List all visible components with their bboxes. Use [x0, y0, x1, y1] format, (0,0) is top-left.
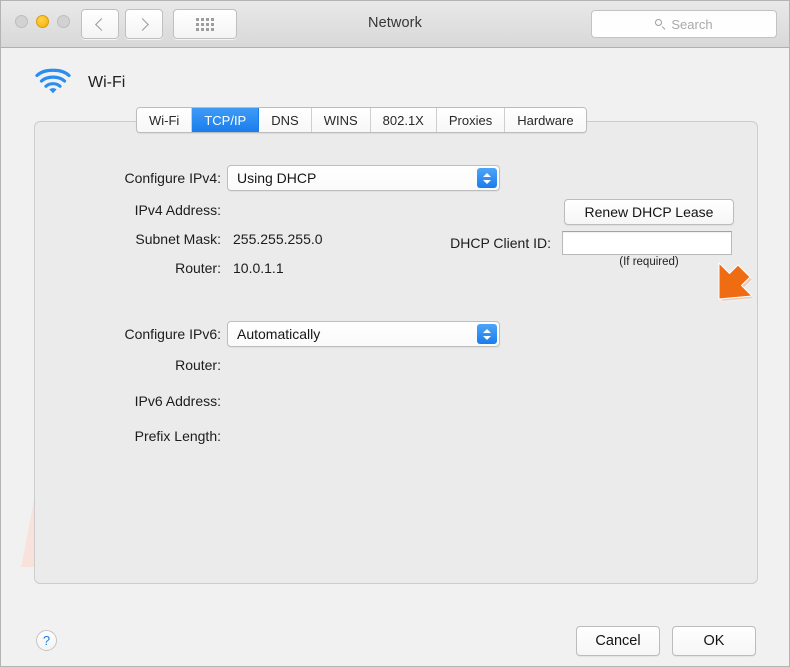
search-icon [655, 18, 666, 30]
row-subnet-mask: Subnet Mask: 255.255.255.0 [1, 231, 323, 247]
chevron-updown-icon [477, 168, 497, 188]
tab-wifi[interactable]: Wi-Fi [137, 108, 193, 132]
tab-hardware[interactable]: Hardware [505, 108, 586, 132]
row-router-ipv4: Router: 10.0.1.1 [1, 260, 284, 276]
configure-ipv4-value: Using DHCP [237, 170, 317, 186]
row-dhcp-client-id: DHCP Client ID: [431, 231, 732, 255]
router-ipv4-label: Router: [175, 260, 221, 276]
dhcp-client-id-hint-wrap: (If required) [564, 256, 734, 268]
router-ipv6-label: Router: [175, 357, 221, 373]
preferences-body: PC risk.com Wi-Fi Wi-Fi TCP/IP [1, 48, 789, 666]
prefix-length-label: Prefix Length: [134, 428, 221, 444]
renew-dhcp-lease-button[interactable]: Renew DHCP Lease [564, 199, 734, 225]
subnet-mask-value: 255.255.255.0 [233, 231, 323, 247]
dialog-buttons: Cancel OK [576, 626, 756, 656]
tab-dns[interactable]: DNS [259, 108, 312, 132]
configure-ipv4-label: Configure IPv4: [124, 170, 222, 186]
wifi-icon [34, 66, 72, 99]
tab-wins[interactable]: WINS [311, 108, 371, 132]
dhcp-client-id-input[interactable] [562, 231, 732, 255]
help-button[interactable]: ? [36, 630, 57, 651]
configure-ipv4-select[interactable]: Using DHCP [227, 165, 500, 191]
chevron-updown-icon-ipv6 [477, 324, 497, 344]
row-ipv4-address: IPv4 Address: [1, 202, 233, 218]
ipv4-address-label: IPv4 Address: [134, 202, 221, 218]
row-configure-ipv4: Configure IPv4: Using DHCP [1, 165, 500, 191]
configure-ipv6-select[interactable]: Automatically [227, 321, 500, 347]
dhcp-client-id-hint: (If required) [619, 256, 679, 268]
settings-tabs: Wi-Fi TCP/IP DNS WINS 802.1X Proxies Har… [136, 107, 587, 133]
search-placeholder: Search [671, 16, 713, 32]
row-renew-dhcp-lease: Renew DHCP Lease [564, 199, 734, 225]
configure-ipv6-label: Configure IPv6: [124, 326, 222, 342]
subnet-mask-label: Subnet Mask: [135, 231, 221, 247]
tab-8021x[interactable]: 802.1X [370, 108, 437, 132]
network-preferences-window: Network Search PC risk.com [0, 0, 790, 667]
row-configure-ipv6: Configure IPv6: Automatically [1, 321, 500, 347]
tab-proxies[interactable]: Proxies [436, 108, 506, 132]
window-titlebar: Network Search [1, 1, 789, 48]
router-ipv4-value: 10.0.1.1 [233, 260, 284, 276]
ipv6-address-label: IPv6 Address: [134, 393, 221, 409]
interface-name: Wi-Fi [88, 73, 126, 91]
search-input[interactable]: Search [591, 10, 777, 38]
ok-button[interactable]: OK [672, 626, 756, 656]
row-prefix-length: Prefix Length: [1, 428, 233, 444]
row-ipv6-address: IPv6 Address: [1, 393, 233, 409]
cancel-button[interactable]: Cancel [576, 626, 660, 656]
configure-ipv6-value: Automatically [237, 326, 321, 342]
tab-tcpip[interactable]: TCP/IP [192, 108, 260, 132]
dhcp-client-id-label: DHCP Client ID: [450, 235, 551, 251]
row-router-ipv6: Router: [1, 357, 233, 373]
interface-header: Wi-Fi [34, 66, 125, 99]
